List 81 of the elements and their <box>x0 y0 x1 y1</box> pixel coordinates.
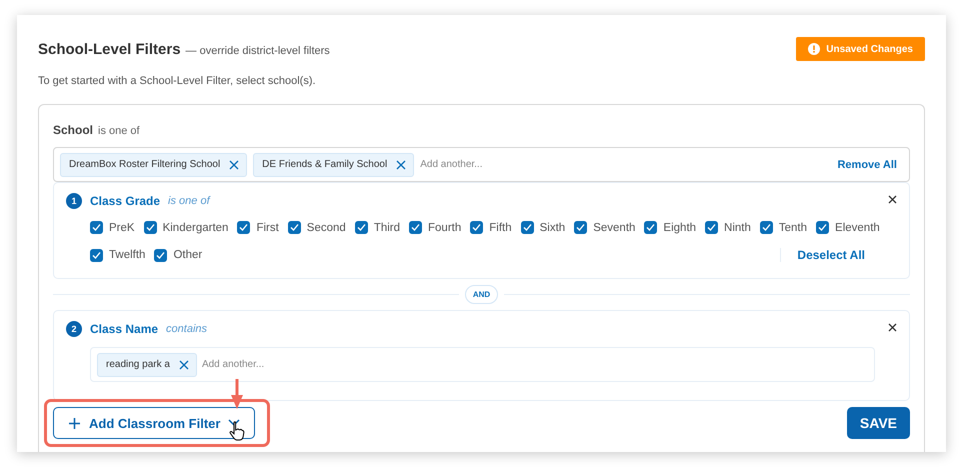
close-icon[interactable] <box>178 358 190 370</box>
checkbox[interactable] <box>288 221 301 234</box>
remove-all-link[interactable]: Remove All <box>837 158 897 170</box>
close-icon[interactable] <box>228 158 240 170</box>
operator-text: is one of <box>168 195 210 207</box>
checkbox[interactable] <box>90 248 103 262</box>
class-name-field[interactable]: reading park a Add another... <box>90 347 875 382</box>
checkbox[interactable] <box>144 221 157 234</box>
checkbox-label: Ninth <box>724 222 751 234</box>
checkmark-icon <box>156 250 166 260</box>
checkbox[interactable] <box>705 221 718 234</box>
unsaved-badge: Unsaved Changes <box>796 37 925 61</box>
operator-text: is one of <box>98 125 140 137</box>
close-button[interactable] <box>888 195 897 204</box>
checkmark-icon <box>239 223 248 232</box>
checkbox-label: Eighth <box>663 222 696 234</box>
checkmark-icon <box>146 223 155 232</box>
hand-cursor-icon <box>229 421 245 441</box>
checkbox-label: Eleventh <box>835 222 880 234</box>
step-number: 2 <box>66 321 82 337</box>
close-icon <box>888 323 897 332</box>
checkbox[interactable] <box>90 221 103 234</box>
checkbox[interactable] <box>409 221 422 234</box>
alert-icon <box>808 43 820 55</box>
checkbox-label: Fourth <box>428 222 462 234</box>
filter-name: Class Name <box>90 322 158 336</box>
checkbox[interactable] <box>354 221 368 234</box>
add-filter-button[interactable]: Add Classroom Filter <box>53 407 256 439</box>
checkmark-icon <box>472 223 482 232</box>
checkbox[interactable] <box>237 221 250 234</box>
checkbox-label: Third <box>374 222 400 234</box>
school-field[interactable]: DreamBox Roster Filtering School DE Friends & Family School Add another... Remove All <box>53 147 910 182</box>
plus-icon <box>68 416 81 430</box>
checkmark-icon <box>646 223 656 232</box>
checkbox-label: First <box>256 222 279 234</box>
filter-name: Class Grade <box>90 194 160 208</box>
checkmark-icon <box>411 223 420 232</box>
field-placeholder: Add another... <box>202 359 266 370</box>
checkmark-icon <box>522 223 532 232</box>
checkbox-label: Other <box>173 249 202 261</box>
checkmark-icon <box>92 223 101 232</box>
checkbox[interactable] <box>644 221 658 234</box>
pointer-arrow <box>231 379 243 409</box>
deselect-all-link[interactable]: Deselect All <box>780 248 865 262</box>
tag-text: DE Friends & Family School <box>262 159 388 170</box>
step-number: 1 <box>66 193 82 209</box>
close-button[interactable] <box>888 323 897 332</box>
checkmark-icon <box>818 223 828 232</box>
checkmark-icon <box>290 223 299 232</box>
caret-icon <box>228 419 240 427</box>
checkbox-label: Fifth <box>489 222 512 234</box>
checkbox[interactable] <box>760 221 773 234</box>
checkbox-label: Sixth <box>540 222 566 234</box>
tag-text: DreamBox Roster Filtering School <box>69 159 220 170</box>
field-placeholder: Add another... <box>420 159 484 170</box>
checkbox[interactable] <box>154 248 168 262</box>
save-button[interactable]: SAVE <box>846 407 910 439</box>
close-icon[interactable] <box>395 158 408 170</box>
checkmark-icon <box>92 250 101 260</box>
and-pill: AND <box>464 285 498 304</box>
section-subtitle: — override district-level filters <box>186 44 330 56</box>
checkbox[interactable] <box>574 221 588 234</box>
checkbox-label: Twelfth <box>109 249 146 261</box>
checkbox[interactable] <box>520 221 534 234</box>
tag-text: reading park a <box>106 359 170 370</box>
checkmark-icon <box>707 223 716 232</box>
checkbox-label: PreK <box>109 222 135 234</box>
operator-text: contains <box>166 323 208 335</box>
checkmark-icon <box>356 223 366 232</box>
section-title: School-Level Filters <box>38 40 181 58</box>
close-icon <box>888 195 897 204</box>
checkbox-label: Seventh <box>593 222 636 234</box>
intro-text: To get started with a School-Level Filter, select school(s). <box>38 75 317 87</box>
checkbox-label: Tenth <box>778 222 808 234</box>
checkmark-icon <box>762 223 771 232</box>
checkmark-icon <box>576 223 586 232</box>
checkbox[interactable] <box>470 221 484 234</box>
checkbox-label: Second <box>306 222 346 234</box>
checkbox-label: Kindergarten <box>162 222 228 234</box>
checkbox[interactable] <box>816 221 830 234</box>
field-label: School <box>53 123 94 137</box>
